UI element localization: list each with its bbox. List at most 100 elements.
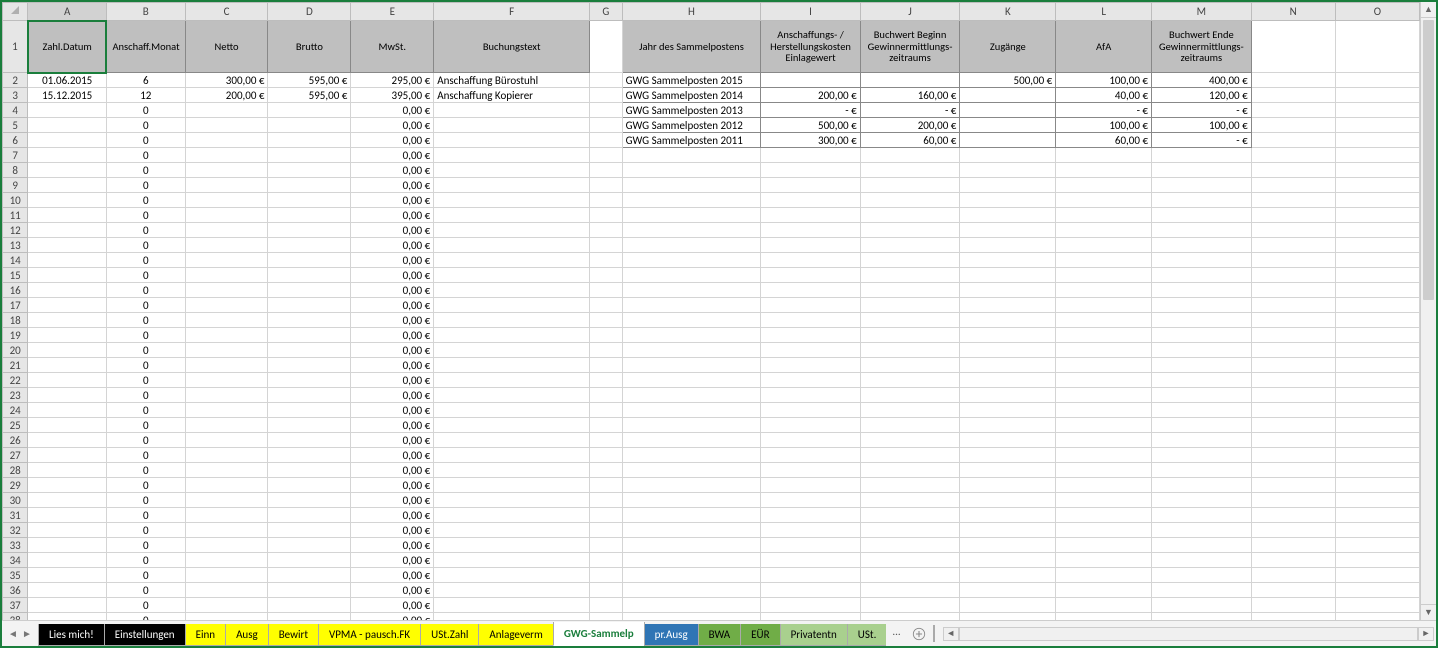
cell-K4[interactable] <box>960 103 1056 118</box>
tab-nav-prev-icon[interactable]: ◄ <box>6 627 20 640</box>
cell-I25[interactable] <box>761 418 860 433</box>
cell-K18[interactable] <box>960 313 1056 328</box>
cell-K27[interactable] <box>960 448 1056 463</box>
cell-J18[interactable] <box>860 313 960 328</box>
cell-F2[interactable]: Anschaffung Bürostuhl <box>434 73 590 88</box>
cell-N14[interactable] <box>1251 253 1335 268</box>
horizontal-scrollbar[interactable]: ◄ ► <box>941 621 1436 646</box>
cell-E7[interactable]: 0,00 € <box>351 148 434 163</box>
cell-J27[interactable] <box>860 448 960 463</box>
cell-K16[interactable] <box>960 283 1056 298</box>
cell-E27[interactable]: 0,00 € <box>351 448 434 463</box>
cell-G16[interactable] <box>590 283 622 298</box>
cell-H25[interactable] <box>622 418 761 433</box>
cell-E29[interactable]: 0,00 € <box>351 478 434 493</box>
cell-G1[interactable] <box>590 21 622 73</box>
cell-L6[interactable]: 60,00 € <box>1056 133 1152 148</box>
cell-B15[interactable]: 0 <box>106 268 185 283</box>
cell-H6[interactable]: GWG Sammelposten 2011 <box>622 133 761 148</box>
cell-A16[interactable] <box>28 283 107 298</box>
cell-O21[interactable] <box>1335 358 1419 373</box>
sheet-tab-1[interactable]: Einstellungen <box>104 624 186 646</box>
cell-A30[interactable] <box>28 493 107 508</box>
cell-D20[interactable] <box>268 343 351 358</box>
cell-G27[interactable] <box>590 448 622 463</box>
cell-I31[interactable] <box>761 508 860 523</box>
row-header-15[interactable]: 15 <box>3 268 28 283</box>
cell-G18[interactable] <box>590 313 622 328</box>
cell-O29[interactable] <box>1335 478 1419 493</box>
cell-E32[interactable]: 0,00 € <box>351 523 434 538</box>
col-header-N[interactable]: N <box>1251 3 1335 21</box>
cell-H9[interactable] <box>622 178 761 193</box>
sheet-tab-0[interactable]: Lies mich! <box>38 624 105 646</box>
cell-F26[interactable] <box>434 433 590 448</box>
cell-C37[interactable] <box>185 598 268 613</box>
cell-C25[interactable] <box>185 418 268 433</box>
cell-O8[interactable] <box>1335 163 1419 178</box>
cell-B37[interactable]: 0 <box>106 598 185 613</box>
cell-H16[interactable] <box>622 283 761 298</box>
cell-N13[interactable] <box>1251 238 1335 253</box>
cell-B18[interactable]: 0 <box>106 313 185 328</box>
cell-C9[interactable] <box>185 178 268 193</box>
cell-C8[interactable] <box>185 163 268 178</box>
cell-I17[interactable] <box>761 298 860 313</box>
cell-D14[interactable] <box>268 253 351 268</box>
cell-C15[interactable] <box>185 268 268 283</box>
cell-A31[interactable] <box>28 508 107 523</box>
cell-N10[interactable] <box>1251 193 1335 208</box>
cell-E38[interactable]: 0,00 € <box>351 613 434 621</box>
cell-K15[interactable] <box>960 268 1056 283</box>
sheet-tab-9[interactable]: pr.Ausg <box>644 624 699 646</box>
cell-D4[interactable] <box>268 103 351 118</box>
cell-F29[interactable] <box>434 478 590 493</box>
cell-F30[interactable] <box>434 493 590 508</box>
cell-M17[interactable] <box>1152 298 1252 313</box>
cell-F25[interactable] <box>434 418 590 433</box>
cell-I22[interactable] <box>761 373 860 388</box>
cell-E26[interactable]: 0,00 € <box>351 433 434 448</box>
cell-O10[interactable] <box>1335 193 1419 208</box>
scroll-thumb[interactable] <box>1423 20 1434 300</box>
row-header-16[interactable]: 16 <box>3 283 28 298</box>
col-header-O[interactable]: O <box>1335 3 1419 21</box>
cell-H24[interactable] <box>622 403 761 418</box>
cell-D15[interactable] <box>268 268 351 283</box>
cell-A14[interactable] <box>28 253 107 268</box>
cell-C35[interactable] <box>185 568 268 583</box>
cell-B35[interactable]: 0 <box>106 568 185 583</box>
cell-C38[interactable] <box>185 613 268 621</box>
cell-I32[interactable] <box>761 523 860 538</box>
cell-N29[interactable] <box>1251 478 1335 493</box>
cell-D26[interactable] <box>268 433 351 448</box>
row-header-24[interactable]: 24 <box>3 403 28 418</box>
cell-O28[interactable] <box>1335 463 1419 478</box>
cell-G6[interactable] <box>590 133 622 148</box>
cell-M16[interactable] <box>1152 283 1252 298</box>
cell-E33[interactable]: 0,00 € <box>351 538 434 553</box>
cell-E2[interactable]: 295,00 € <box>351 73 434 88</box>
cell-M7[interactable] <box>1152 148 1252 163</box>
cell-H15[interactable] <box>622 268 761 283</box>
cell-C26[interactable] <box>185 433 268 448</box>
row-header-33[interactable]: 33 <box>3 538 28 553</box>
cell-G36[interactable] <box>590 583 622 598</box>
row-header-28[interactable]: 28 <box>3 463 28 478</box>
cell-B24[interactable]: 0 <box>106 403 185 418</box>
cell-J26[interactable] <box>860 433 960 448</box>
row-header-36[interactable]: 36 <box>3 583 28 598</box>
cell-I11[interactable] <box>761 208 860 223</box>
header-cell-L1[interactable]: AfA <box>1056 21 1152 73</box>
cell-L27[interactable] <box>1056 448 1152 463</box>
scroll-left-icon[interactable]: ◄ <box>943 627 959 641</box>
row-header-2[interactable]: 2 <box>3 73 28 88</box>
cell-F35[interactable] <box>434 568 590 583</box>
cell-J24[interactable] <box>860 403 960 418</box>
cell-I7[interactable] <box>761 148 860 163</box>
cell-C31[interactable] <box>185 508 268 523</box>
cell-A23[interactable] <box>28 388 107 403</box>
cell-K23[interactable] <box>960 388 1056 403</box>
cell-N19[interactable] <box>1251 328 1335 343</box>
cell-C7[interactable] <box>185 148 268 163</box>
